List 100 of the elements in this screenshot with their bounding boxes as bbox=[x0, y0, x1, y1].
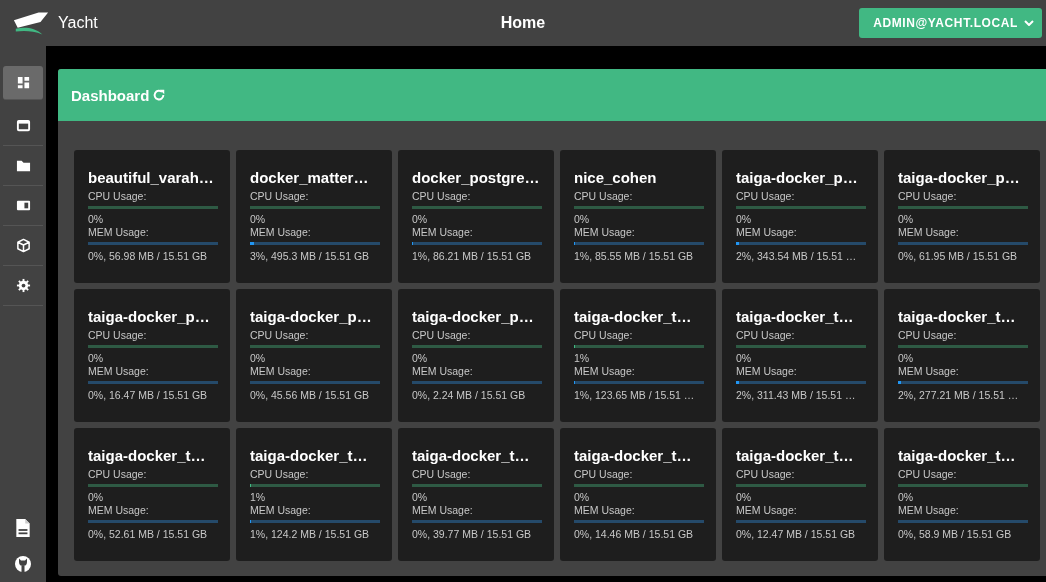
cpu-reading: 0% bbox=[898, 491, 915, 504]
mem-label: MEM Usage: bbox=[412, 365, 474, 378]
mem-reading: 1%, 124.2 MB / 15.51 GB bbox=[250, 528, 371, 541]
container-card[interactable]: taiga-docker_t… CPU Usage: 0% MEM Usage: 2%, 277.21 MB / 15.51 … bbox=[884, 289, 1040, 422]
mem-reading: 3%, 495.3 MB / 15.51 GB bbox=[250, 250, 371, 263]
dashboard-title: Dashboard bbox=[71, 86, 150, 104]
cpu-label: CPU Usage: bbox=[736, 468, 796, 481]
mem-reading: 0%, 45.56 MB / 15.51 GB bbox=[250, 389, 371, 402]
container-name: taiga-docker_p… bbox=[736, 169, 859, 186]
mem-label: MEM Usage: bbox=[88, 365, 150, 378]
mem-label: MEM Usage: bbox=[250, 365, 312, 378]
mem-reading: 1%, 86.21 MB / 15.51 GB bbox=[412, 250, 533, 263]
cpu-label: CPU Usage: bbox=[88, 468, 148, 481]
container-name: taiga-docker_t… bbox=[736, 308, 855, 325]
sidebar-dashboard-button[interactable] bbox=[3, 66, 43, 100]
container-name: taiga-docker_t… bbox=[898, 447, 1017, 464]
mem-label: MEM Usage: bbox=[574, 226, 636, 239]
container-card[interactable]: docker_matter… CPU Usage: 0% MEM Usage: 3%, 495.3 MB / 15.51 GB bbox=[236, 150, 392, 283]
mem-reading: 0%, 52.61 MB / 15.51 GB bbox=[88, 528, 209, 541]
container-card[interactable]: taiga-docker_t… CPU Usage: 0% MEM Usage: 0%, 52.61 MB / 15.51 GB bbox=[74, 428, 230, 561]
cat-logo-icon bbox=[14, 554, 32, 574]
cpu-label: CPU Usage: bbox=[574, 190, 634, 203]
container-card[interactable]: taiga-docker_p… CPU Usage: 0% MEM Usage: 0%, 45.56 MB / 15.51 GB bbox=[236, 289, 392, 422]
container-card[interactable]: nice_cohen CPU Usage: 0% MEM Usage: 1%, 85.55 MB / 15.51 GB bbox=[560, 150, 716, 283]
mem-reading: 0%, 56.98 MB / 15.51 GB bbox=[88, 250, 209, 263]
cpu-reading: 0% bbox=[898, 213, 915, 226]
mem-reading: 2%, 277.21 MB / 15.51 … bbox=[898, 389, 1020, 402]
dashboard-icon bbox=[15, 75, 31, 90]
container-name: taiga-docker_t… bbox=[736, 447, 855, 464]
container-card[interactable]: taiga-docker_t… CPU Usage: 0% MEM Usage: 0%, 58.9 MB / 15.51 GB bbox=[884, 428, 1040, 561]
mem-reading: 1%, 123.65 MB / 15.51 … bbox=[574, 389, 696, 402]
container-card[interactable]: taiga-docker_p… CPU Usage: 0% MEM Usage: 0%, 2.24 MB / 15.51 GB bbox=[398, 289, 554, 422]
mem-reading: 0%, 61.95 MB / 15.51 GB bbox=[898, 250, 1019, 263]
mem-reading: 0%, 16.47 MB / 15.51 GB bbox=[88, 389, 209, 402]
mem-label: MEM Usage: bbox=[736, 504, 798, 517]
cpu-label: CPU Usage: bbox=[898, 468, 958, 481]
container-name: taiga-docker_p… bbox=[250, 308, 373, 325]
cpu-reading: 0% bbox=[250, 213, 267, 226]
cpu-label: CPU Usage: bbox=[574, 329, 634, 342]
cpu-label: CPU Usage: bbox=[898, 190, 958, 203]
window-icon bbox=[15, 118, 31, 133]
cpu-reading: 0% bbox=[574, 213, 591, 226]
settings-icon bbox=[15, 278, 31, 293]
cpu-reading: 0% bbox=[250, 352, 267, 365]
cpu-label: CPU Usage: bbox=[736, 190, 796, 203]
app-name: Yacht bbox=[58, 14, 98, 32]
mem-label: MEM Usage: bbox=[574, 365, 636, 378]
cpu-label: CPU Usage: bbox=[88, 329, 148, 342]
container-card[interactable]: taiga-docker_t… CPU Usage: 1% MEM Usage: 1%, 124.2 MB / 15.51 GB bbox=[236, 428, 392, 561]
cpu-label: CPU Usage: bbox=[736, 329, 796, 342]
document-icon bbox=[14, 518, 32, 538]
mem-label: MEM Usage: bbox=[88, 504, 150, 517]
mem-reading: 0%, 2.24 MB / 15.51 GB bbox=[412, 389, 527, 402]
page-title: Home bbox=[500, 14, 546, 32]
mem-label: MEM Usage: bbox=[898, 365, 960, 378]
mem-label: MEM Usage: bbox=[250, 226, 312, 239]
cpu-reading: 1% bbox=[574, 352, 591, 365]
app-panel-icon bbox=[15, 198, 31, 213]
container-card[interactable]: taiga-docker_t… CPU Usage: 0% MEM Usage: 2%, 311.43 MB / 15.51 … bbox=[722, 289, 878, 422]
mem-reading: 0%, 14.46 MB / 15.51 GB bbox=[574, 528, 695, 541]
container-card[interactable]: taiga-docker_t… CPU Usage: 0% MEM Usage: 0%, 14.46 MB / 15.51 GB bbox=[560, 428, 716, 561]
mem-label: MEM Usage: bbox=[898, 504, 960, 517]
cube-icon bbox=[15, 238, 31, 253]
container-card[interactable]: taiga-docker_t… CPU Usage: 1% MEM Usage: 1%, 123.65 MB / 15.51 … bbox=[560, 289, 716, 422]
mem-label: MEM Usage: bbox=[736, 226, 798, 239]
cpu-reading: 0% bbox=[412, 491, 429, 504]
mem-label: MEM Usage: bbox=[88, 226, 150, 239]
cpu-label: CPU Usage: bbox=[898, 329, 958, 342]
folder-icon bbox=[15, 158, 31, 173]
container-card[interactable]: taiga-docker_t… CPU Usage: 0% MEM Usage: 0%, 39.77 MB / 15.51 GB bbox=[398, 428, 554, 561]
container-card[interactable]: taiga-docker_p… CPU Usage: 0% MEM Usage: 0%, 61.95 MB / 15.51 GB bbox=[884, 150, 1040, 283]
container-name: beautiful_varah… bbox=[88, 169, 215, 186]
cpu-reading: 0% bbox=[412, 213, 429, 226]
container-card[interactable]: taiga-docker_p… CPU Usage: 0% MEM Usage: 2%, 343.54 MB / 15.51 … bbox=[722, 150, 878, 283]
cpu-label: CPU Usage: bbox=[412, 190, 472, 203]
container-name: taiga-docker_t… bbox=[574, 447, 693, 464]
cpu-reading: 0% bbox=[412, 352, 429, 365]
container-card[interactable]: docker_postgre… CPU Usage: 0% MEM Usage: 1%, 86.21 MB / 15.51 GB bbox=[398, 150, 554, 283]
container-card[interactable]: beautiful_varah… CPU Usage: 0% MEM Usage: 0%, 56.98 MB / 15.51 GB bbox=[74, 150, 230, 283]
container-card[interactable]: taiga-docker_p… CPU Usage: 0% MEM Usage: 0%, 16.47 MB / 15.51 GB bbox=[74, 289, 230, 422]
cpu-label: CPU Usage: bbox=[412, 468, 472, 481]
cpu-reading: 1% bbox=[250, 491, 267, 504]
container-name: taiga-docker_p… bbox=[898, 169, 1021, 186]
cpu-label: CPU Usage: bbox=[412, 329, 472, 342]
container-name: taiga-docker_t… bbox=[898, 308, 1017, 325]
container-name: docker_postgre… bbox=[412, 169, 541, 186]
caret-icon bbox=[1024, 20, 1034, 26]
cpu-reading: 0% bbox=[736, 213, 753, 226]
container-name: docker_matter… bbox=[250, 169, 370, 186]
mem-reading: 0%, 39.77 MB / 15.51 GB bbox=[412, 528, 533, 541]
mem-label: MEM Usage: bbox=[412, 226, 474, 239]
yacht-logo-icon bbox=[12, 10, 50, 36]
cpu-label: CPU Usage: bbox=[88, 190, 148, 203]
container-name: taiga-docker_t… bbox=[412, 447, 531, 464]
container-name: taiga-docker_t… bbox=[574, 308, 693, 325]
mem-reading: 2%, 311.43 MB / 15.51 … bbox=[736, 389, 857, 402]
cpu-reading: 0% bbox=[88, 352, 105, 365]
cpu-label: CPU Usage: bbox=[250, 190, 310, 203]
cpu-reading: 0% bbox=[88, 491, 105, 504]
container-card[interactable]: taiga-docker_t… CPU Usage: 0% MEM Usage: 0%, 12.47 MB / 15.51 GB bbox=[722, 428, 878, 561]
